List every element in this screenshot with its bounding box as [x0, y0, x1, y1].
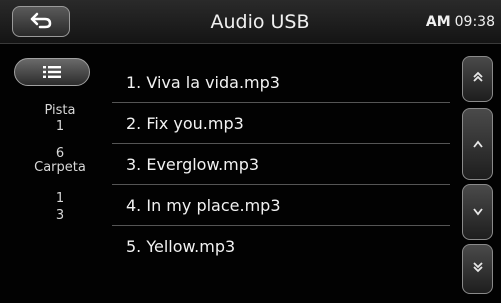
- header-bar: Audio USB AM 09:38: [0, 0, 501, 44]
- track-list: 1. Viva la vida.mp3 2. Fix you.mp3 3. Ev…: [112, 62, 450, 267]
- list-menu-icon: [43, 63, 61, 82]
- clock-ampm: AM: [425, 14, 451, 30]
- track-label: Pista: [44, 103, 76, 118]
- clock-time: 09:38: [454, 14, 495, 30]
- list-item[interactable]: 1. Viva la vida.mp3: [112, 62, 450, 103]
- scroll-top-button[interactable]: [462, 56, 493, 102]
- scroll-bottom-button[interactable]: [462, 244, 493, 294]
- audio-usb-screen: Audio USB AM 09:38 Pista 1 6 Carpeta 1 3 …: [0, 0, 501, 303]
- page-title: Audio USB: [210, 11, 310, 33]
- track-current: 1: [55, 119, 65, 134]
- back-arrow-icon: [29, 11, 53, 33]
- list-menu-button[interactable]: [14, 58, 90, 86]
- chevron-up-icon: [472, 136, 484, 152]
- chevron-down-icon: [472, 204, 484, 220]
- list-item[interactable]: 3. Everglow.mp3: [112, 144, 450, 185]
- scroll-up-button[interactable]: [462, 108, 493, 180]
- double-chevron-down-icon: [472, 261, 484, 277]
- track-total: 6: [55, 146, 65, 161]
- scroll-down-button[interactable]: [462, 184, 493, 240]
- folder-total: 3: [55, 208, 65, 223]
- back-button[interactable]: [12, 6, 70, 37]
- list-item[interactable]: 4. In my place.mp3: [112, 185, 450, 226]
- folder-current: 1: [55, 191, 65, 206]
- clock: AM 09:38: [426, 14, 495, 30]
- folder-label: Carpeta: [34, 160, 86, 175]
- double-chevron-up-icon: [472, 71, 484, 87]
- list-item[interactable]: 5. Yellow.mp3: [112, 226, 450, 267]
- list-item[interactable]: 2. Fix you.mp3: [112, 103, 450, 144]
